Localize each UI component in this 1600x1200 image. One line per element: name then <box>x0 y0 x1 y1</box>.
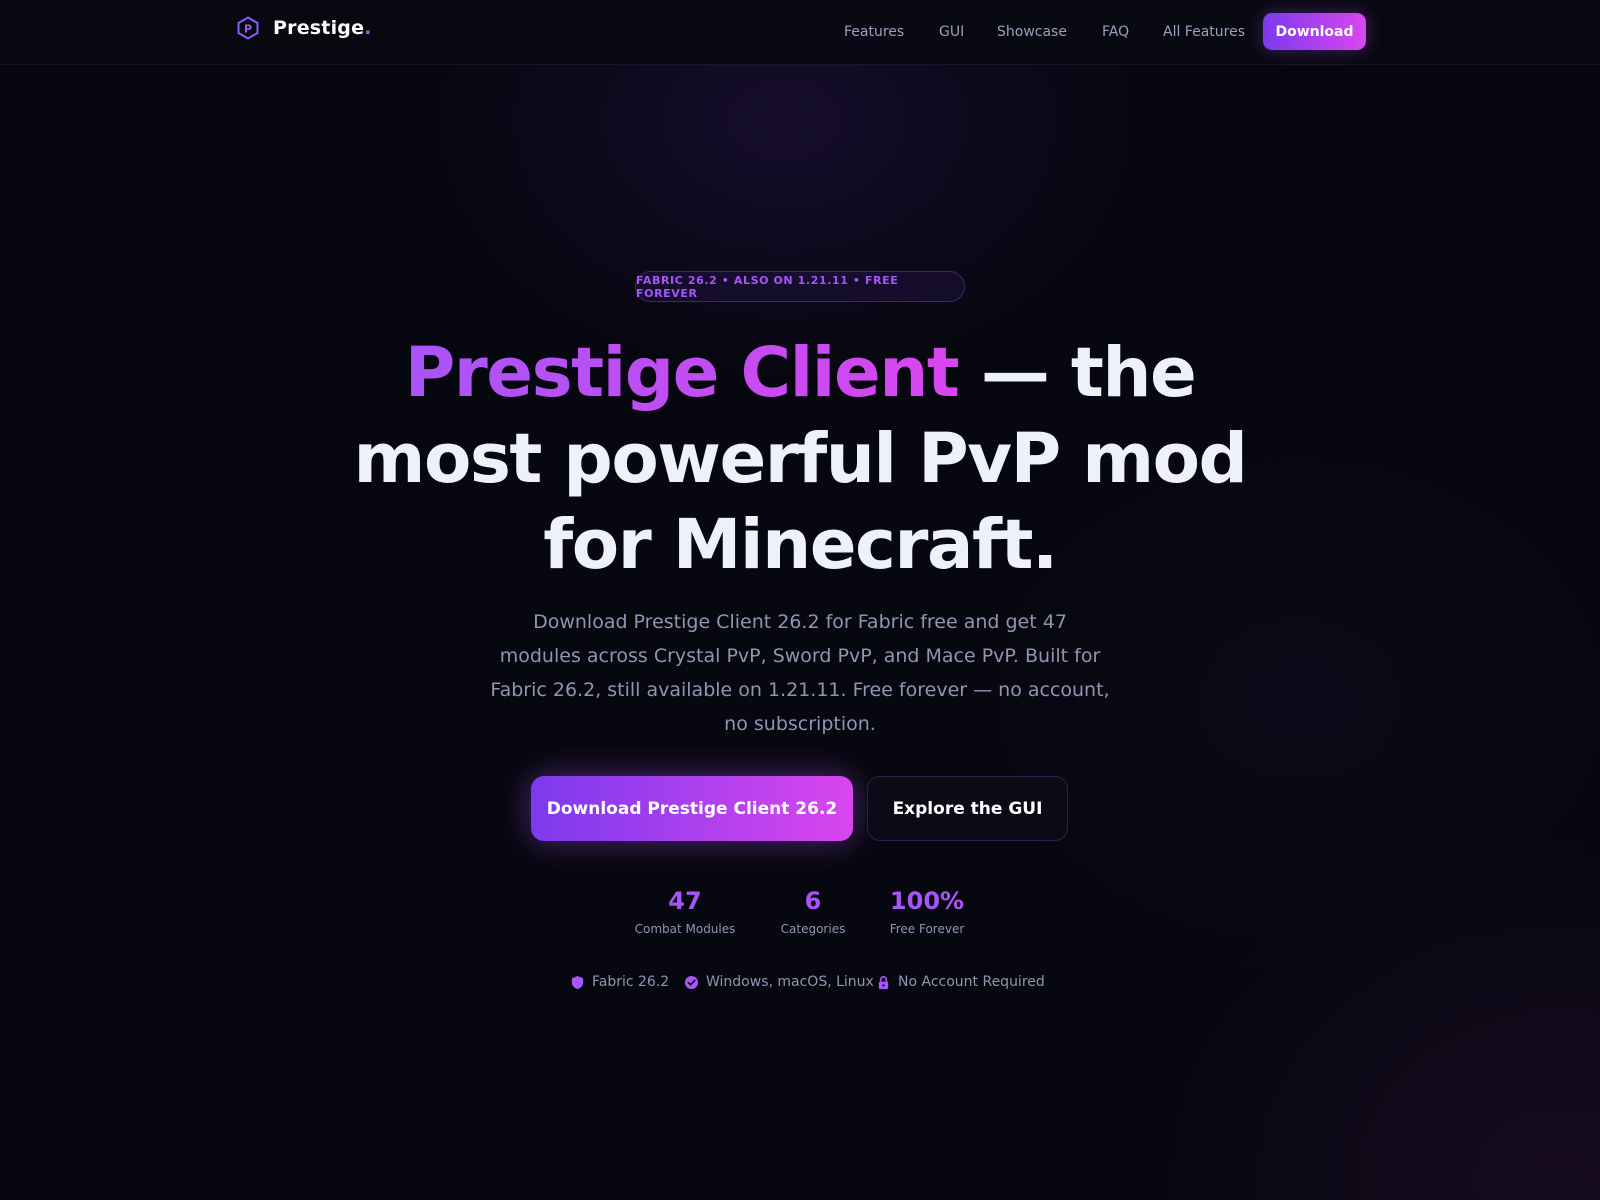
headline-line-3: for Minecraft. <box>543 505 1058 585</box>
headline-line-2: most powerful PvP mod <box>353 419 1248 499</box>
svg-text:P: P <box>244 23 252 36</box>
stat-label: Free Forever <box>889 922 965 936</box>
stat-free-forever: 100% Free Forever <box>882 886 972 936</box>
feature-no-account: No Account Required <box>876 974 1045 990</box>
hero-subtitle: Download Prestige Client 26.2 for Fabric… <box>490 611 1110 735</box>
headline-accent: Prestige Client <box>404 333 960 413</box>
top-nav: P Prestige. Features GUI Showcase FAQ Al… <box>0 0 1600 65</box>
nav-link-all-features[interactable]: All Features <box>1163 24 1245 40</box>
nav-download-button[interactable]: Download <box>1263 13 1366 50</box>
brand-dot: . <box>364 17 372 39</box>
background-glow <box>0 0 1600 1200</box>
lock-icon <box>878 975 889 989</box>
feature-platforms: Windows, macOS, Linux <box>684 974 874 990</box>
stat-label: Categories <box>780 922 846 936</box>
stat-value: 6 <box>804 887 822 915</box>
nav-link-showcase[interactable]: Showcase <box>997 24 1067 40</box>
feature-fabric: Fabric 26.2 <box>570 974 669 990</box>
brand-name: Prestige <box>273 17 365 39</box>
nav-link-faq[interactable]: FAQ <box>1102 24 1129 40</box>
stat-combat-modules: 47 Combat Modules <box>630 886 740 936</box>
feature-label: Fabric 26.2 <box>592 974 670 990</box>
headline-rest: — the <box>958 333 1197 413</box>
stat-value: 47 <box>668 887 702 915</box>
nav-link-gui[interactable]: GUI <box>939 24 964 40</box>
download-client-button[interactable]: Download Prestige Client 26.2 <box>531 776 853 841</box>
hexagon-logo-icon: P <box>237 16 259 40</box>
stat-label: Combat Modules <box>634 922 736 936</box>
version-badge: FABRIC 26.2 • ALSO ON 1.21.11 • FREE FOR… <box>635 271 965 302</box>
feature-label: No Account Required <box>898 974 1045 990</box>
brand-home-link[interactable]: P Prestige. <box>236 16 371 40</box>
explore-gui-button[interactable]: Explore the GUI <box>867 776 1068 841</box>
hero-headline: Prestige Client — the most powerful PvP … <box>300 330 1300 588</box>
check-circle-icon <box>684 975 699 989</box>
nav-link-features[interactable]: Features <box>844 24 904 40</box>
stat-categories: 6 Categories <box>773 886 853 936</box>
feature-label: Windows, macOS, Linux <box>706 974 874 990</box>
stat-value: 100% <box>889 887 965 915</box>
shield-icon <box>571 975 584 989</box>
